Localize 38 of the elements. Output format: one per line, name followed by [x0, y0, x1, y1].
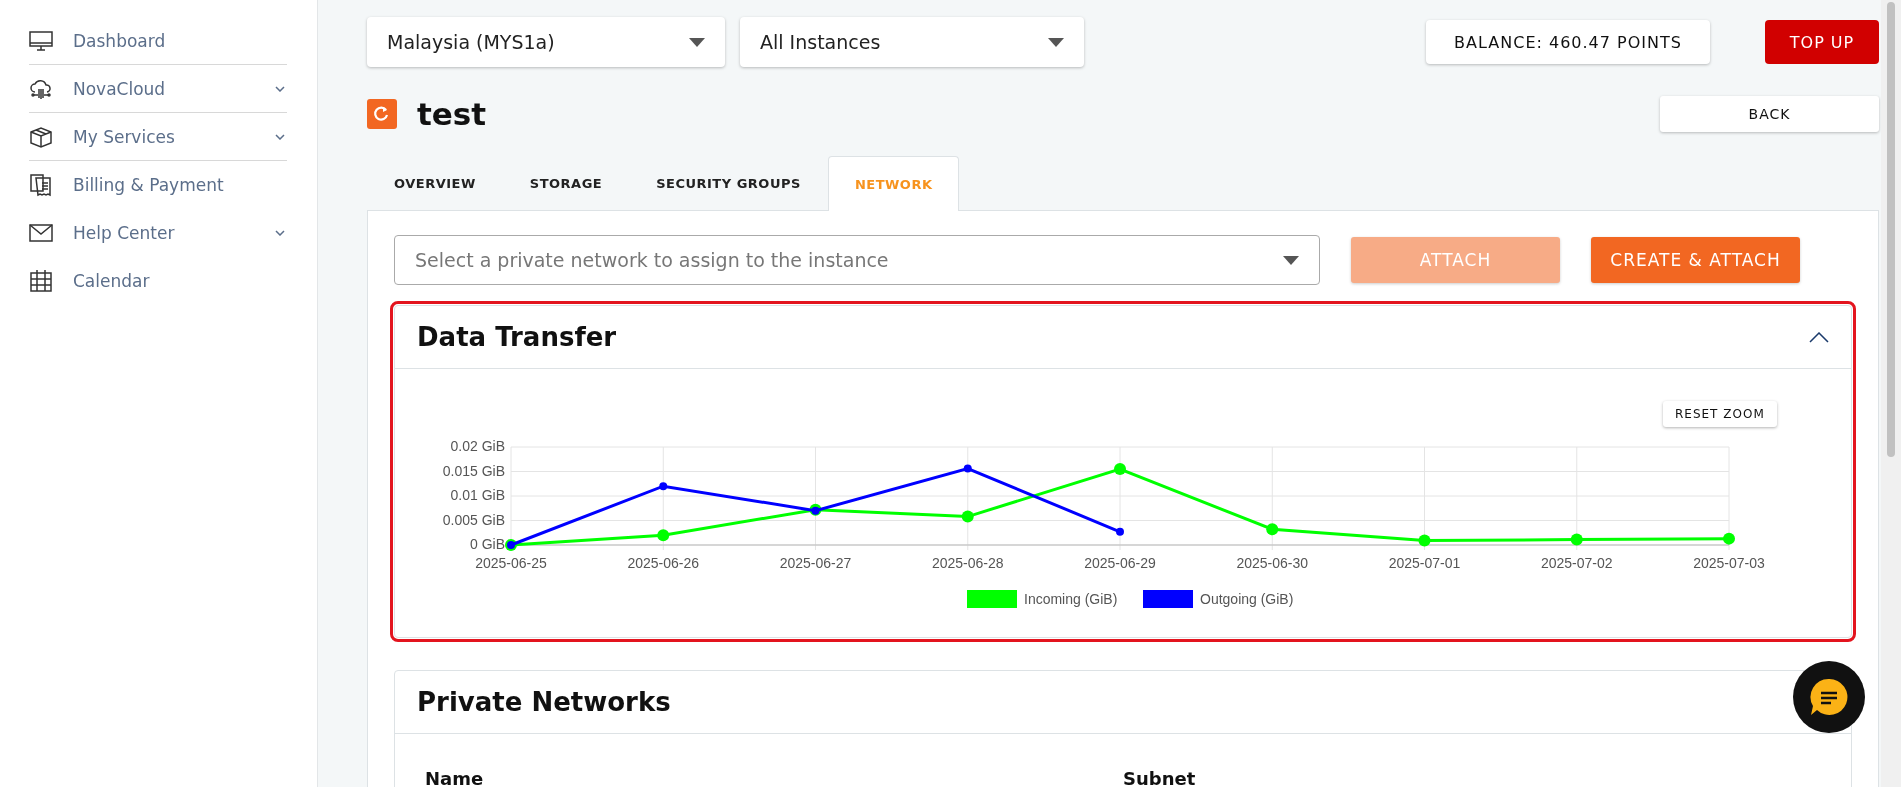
- region-select[interactable]: Malaysia (MYS1a): [367, 17, 725, 67]
- x-axis-label: 2025-06-26: [627, 555, 700, 571]
- card-title: Data Transfer: [417, 322, 617, 352]
- x-axis-label: 2025-07-03: [1693, 555, 1765, 571]
- tab[interactable]: SECURITY GROUPS: [629, 156, 828, 210]
- x-axis-label: 2025-06-29: [1084, 555, 1156, 571]
- create-attach-button[interactable]: CREATE & ATTACH: [1591, 237, 1800, 283]
- y-axis-label: 0.02 GiB: [450, 438, 505, 454]
- y-axis-label: 0 GiB: [470, 536, 505, 552]
- y-axis-label: 0.005 GiB: [442, 511, 505, 528]
- reset-zoom-button[interactable]: RESET ZOOM: [1663, 401, 1777, 427]
- x-axis-label: 2025-07-01: [1388, 555, 1461, 571]
- legend-label: Incoming (GiB): [1024, 591, 1118, 607]
- top-up-button[interactable]: TOP UP: [1765, 20, 1879, 64]
- sidebar-item[interactable]: NovaCloud: [29, 65, 287, 113]
- y-axis-label: 0.01 GiB: [450, 487, 505, 503]
- instance-name: test: [417, 96, 487, 132]
- sidebar-item[interactable]: Calendar: [29, 257, 287, 305]
- x-axis-label: 2025-06-30: [1236, 555, 1309, 571]
- x-axis-label: 2025-07-02: [1540, 555, 1613, 571]
- column-header: Subnet: [1123, 768, 1197, 787]
- network-select[interactable]: Select a private network to assign to the instance: [394, 235, 1320, 285]
- card-title: Private Networks: [417, 687, 671, 717]
- sidebar-item[interactable]: My Services: [29, 113, 287, 161]
- tab[interactable]: OVERVIEW: [367, 156, 503, 210]
- balance-button[interactable]: BALANCE: 460.47 POINTS: [1426, 20, 1710, 64]
- y-axis-label: 0.015 GiB: [442, 462, 505, 479]
- x-axis-label: 2025-06-27: [779, 555, 852, 571]
- sidebar-item[interactable]: Dashboard: [29, 17, 287, 65]
- column-header: Name: [425, 768, 485, 787]
- tab[interactable]: STORAGE: [502, 156, 630, 210]
- legend-label: Outgoing (GiB): [1200, 591, 1294, 607]
- x-axis-label: 2025-06-28: [931, 555, 1004, 571]
- sidebar-item[interactable]: Billing & Payment: [29, 161, 287, 209]
- sidebar-item[interactable]: Help Center: [29, 209, 287, 257]
- back-button[interactable]: BACK: [1660, 96, 1879, 132]
- instance-select[interactable]: All Instances: [740, 17, 1084, 67]
- x-axis-label: 2025-06-25: [475, 555, 547, 571]
